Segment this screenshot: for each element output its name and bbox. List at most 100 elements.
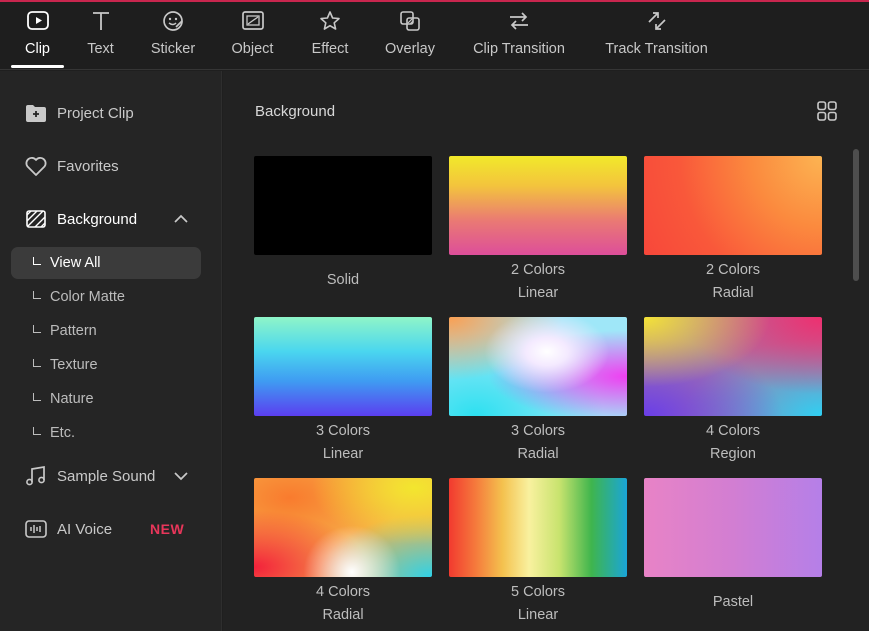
subitem-label: Etc. — [50, 425, 75, 441]
text-t-icon — [87, 7, 115, 35]
tile-caption: 2 Colors — [511, 262, 565, 278]
active-tab-indicator — [11, 65, 64, 68]
sticker-smile-icon — [159, 7, 187, 35]
tab-effect[interactable]: Effect — [310, 2, 350, 70]
subitem-label: Texture — [50, 357, 98, 373]
waveform-icon — [24, 517, 48, 541]
tab-clip-transition-label: Clip Transition — [473, 41, 565, 57]
background-tile-pastel[interactable]: Pastel — [644, 478, 822, 614]
sidebar-item-ai-voice[interactable]: AI Voice — [24, 515, 112, 543]
tab-clip[interactable]: Clip — [20, 2, 55, 70]
sidebar-subitem-color-matte[interactable]: Color Matte — [11, 281, 201, 313]
thumbnail — [449, 156, 627, 255]
thumbnail — [254, 156, 432, 255]
thumbnail — [449, 478, 627, 577]
thumbnail — [644, 317, 822, 416]
sidebar-item-label: Background — [57, 210, 138, 228]
background-tile-3-colors-radial[interactable]: 3 Colors Radial — [449, 317, 627, 466]
sidebar-subitem-view-all[interactable]: View All — [11, 247, 201, 279]
background-tile-5-colors-linear[interactable]: 5 Colors Linear — [449, 478, 627, 627]
background-tile-3-colors-linear[interactable]: 3 Colors Linear — [254, 317, 432, 466]
tile-caption: 5 Colors — [511, 584, 565, 600]
new-badge: NEW — [150, 521, 185, 537]
grid-view-icon[interactable] — [816, 100, 838, 122]
sidebar-item-sample-sound[interactable]: Sample Sound — [24, 462, 155, 490]
tab-object[interactable]: Object — [230, 2, 275, 70]
page-title: Background — [255, 103, 336, 120]
tile-caption-sub: Radial — [712, 285, 754, 301]
sidebar-subitem-nature[interactable]: Nature — [11, 383, 201, 415]
music-note-icon — [24, 464, 48, 488]
background-tile-solid[interactable]: Solid — [254, 156, 432, 292]
thumbnail — [449, 317, 627, 416]
thumbnail — [254, 478, 432, 577]
background-tile-2-colors-linear[interactable]: 2 Colors Linear — [449, 156, 627, 305]
object-icon — [239, 7, 267, 35]
sidebar-item-label: AI Voice — [57, 520, 113, 538]
chevron-down-icon[interactable] — [172, 467, 190, 485]
track-transition-icon — [643, 7, 671, 35]
tile-caption: 3 Colors — [316, 423, 370, 439]
tile-caption-sub: Linear — [322, 446, 364, 462]
tab-effect-label: Effect — [311, 41, 349, 57]
effect-star-icon — [316, 7, 344, 35]
background-gallery: Background Solid 2 Colors Linear 2 Color… — [223, 71, 869, 631]
tab-text[interactable]: Text — [84, 2, 117, 70]
sidebar-item-label: Project Clip — [57, 104, 134, 122]
folder-plus-icon — [24, 101, 48, 125]
sidebar-item-label: Sample Sound — [57, 467, 156, 485]
subitem-label: View All — [50, 255, 101, 271]
tree-branch-icon — [33, 393, 41, 401]
background-tile-4-colors-region[interactable]: 4 Colors Region — [644, 317, 822, 466]
sidebar-item-background[interactable]: Background — [24, 205, 137, 233]
sidebar-item-favorites[interactable]: Favorites — [24, 152, 119, 180]
clip-play-icon — [24, 7, 52, 35]
clip-transition-icon — [505, 7, 533, 35]
tree-branch-icon — [33, 359, 41, 367]
subitem-label: Pattern — [50, 323, 97, 339]
tile-caption: Pastel — [712, 594, 754, 610]
sidebar-item-project-clip[interactable]: Project Clip — [24, 99, 134, 127]
tile-caption: 4 Colors — [316, 584, 370, 600]
top-toolbar: Clip Text Sticker Object Effect Overlay — [0, 2, 869, 70]
hatched-square-icon — [24, 207, 48, 231]
tile-caption-sub: Linear — [517, 285, 559, 301]
tab-object-label: Object — [231, 41, 274, 57]
sidebar-subitem-etc[interactable]: Etc. — [11, 417, 201, 449]
tile-caption: 3 Colors — [511, 423, 565, 439]
tab-clip-label: Clip — [25, 41, 50, 57]
overlay-icon — [396, 7, 424, 35]
subitem-label: Color Matte — [50, 289, 125, 305]
scrollbar-thumb[interactable] — [853, 149, 859, 281]
tree-branch-icon — [33, 427, 41, 435]
tree-branch-icon — [33, 325, 41, 333]
sidebar: Project Clip Favorites Background View A… — [0, 71, 222, 631]
sidebar-item-label: Favorites — [57, 157, 119, 175]
tab-track-transition-label: Track Transition — [605, 41, 708, 57]
tab-text-label: Text — [87, 41, 114, 57]
background-tile-4-colors-radial[interactable]: 4 Colors Radial — [254, 478, 432, 627]
tab-sticker[interactable]: Sticker — [150, 2, 196, 70]
tile-caption: 2 Colors — [706, 262, 760, 278]
heart-icon — [24, 154, 48, 178]
tab-overlay[interactable]: Overlay — [384, 2, 436, 70]
tab-track-transition[interactable]: Track Transition — [603, 2, 710, 70]
sidebar-subitem-texture[interactable]: Texture — [11, 349, 201, 381]
tile-caption-sub: Radial — [322, 607, 364, 623]
tile-caption-sub: Linear — [517, 607, 559, 623]
thumbnail — [644, 156, 822, 255]
thumbnail — [644, 478, 822, 577]
tab-clip-transition[interactable]: Clip Transition — [470, 2, 568, 70]
tile-caption: 4 Colors — [706, 423, 760, 439]
tile-caption-sub: Region — [710, 446, 756, 462]
subitem-label: Nature — [50, 391, 94, 407]
chevron-up-icon[interactable] — [172, 210, 190, 228]
tree-branch-icon — [33, 257, 41, 265]
sidebar-subitem-pattern[interactable]: Pattern — [11, 315, 201, 347]
background-tile-2-colors-radial[interactable]: 2 Colors Radial — [644, 156, 822, 305]
tree-branch-icon — [33, 291, 41, 299]
thumbnail — [254, 317, 432, 416]
tab-overlay-label: Overlay — [385, 41, 435, 57]
tab-sticker-label: Sticker — [150, 41, 196, 57]
tile-caption: Solid — [326, 272, 360, 288]
